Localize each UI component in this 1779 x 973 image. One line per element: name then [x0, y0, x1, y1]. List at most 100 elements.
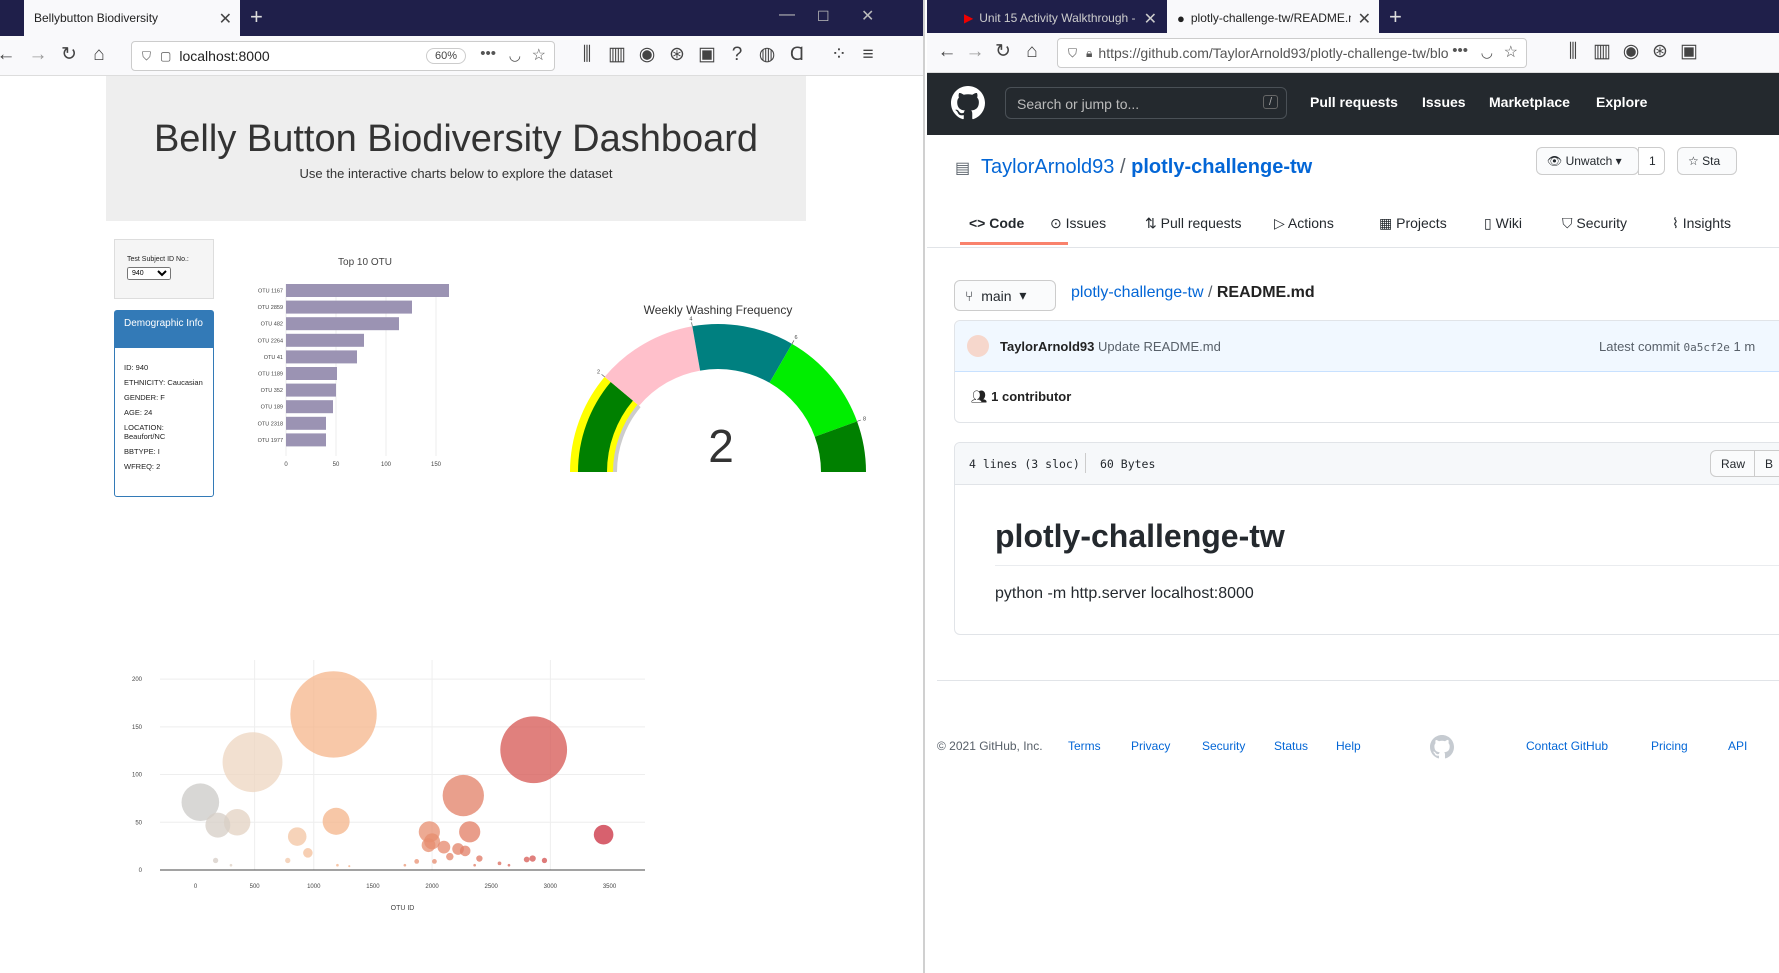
- branch-icon: ⑂: [965, 287, 974, 304]
- footer-terms-link[interactable]: Terms: [1068, 739, 1101, 753]
- tab-issues[interactable]: ⊙ Issues: [1050, 215, 1106, 232]
- bar-otu-2318: [286, 416, 326, 430]
- gh-nav-explore[interactable]: Explore: [1596, 94, 1647, 110]
- star-button[interactable]: ☆ Sta: [1677, 147, 1737, 175]
- bubble-point: [442, 774, 484, 817]
- bubble-point: [476, 855, 483, 862]
- path-repo-link[interactable]: plotly-challenge-tw: [1071, 284, 1204, 301]
- new-tab-icon[interactable]: +: [1389, 4, 1402, 30]
- account-icon[interactable]: ◉: [1619, 41, 1643, 63]
- commit-message[interactable]: Update README.md: [1098, 339, 1221, 354]
- tab-code[interactable]: <> Code: [969, 215, 1024, 231]
- address-bar[interactable]: ⛉ ▢ localhost:8000 60% ••• ◡ ☆: [131, 41, 555, 71]
- gh-nav-marketplace[interactable]: Marketplace: [1489, 94, 1570, 110]
- sidebar-icon[interactable]: ▥: [605, 44, 629, 66]
- footer-github-logo-icon[interactable]: [1430, 735, 1454, 759]
- forward-icon[interactable]: →: [26, 44, 50, 66]
- otu-bubble-chart[interactable]: 0 500 1000 1500 2000 2500 3000 3500 0 50 100 150 200…: [130, 655, 680, 955]
- library-icon[interactable]: ⫼: [1561, 41, 1585, 63]
- gh-nav-issues[interactable]: Issues: [1422, 94, 1466, 110]
- bar-category-label: OTU 2859: [258, 305, 283, 311]
- tab-insights[interactable]: ⌇ Insights: [1672, 215, 1731, 232]
- screenshot-extension-icon[interactable]: ▣: [695, 44, 719, 66]
- footer-status-link[interactable]: Status: [1274, 739, 1308, 753]
- home-icon[interactable]: ⌂: [87, 44, 111, 66]
- footer-contact-link[interactable]: Contact GitHub: [1526, 739, 1608, 753]
- tab-security[interactable]: ⛉ Security: [1562, 215, 1627, 232]
- tab-wiki[interactable]: ▯ Wiki: [1484, 215, 1522, 232]
- github-logo-icon[interactable]: [951, 86, 985, 120]
- bookmark-star-icon[interactable]: ☆: [1504, 42, 1518, 62]
- menu-icon[interactable]: ≡: [856, 44, 880, 66]
- tab-readme[interactable]: ● plotly-challenge-tw/README.m ✕: [1167, 0, 1379, 36]
- watch-count[interactable]: 1: [1638, 147, 1665, 175]
- address-bar[interactable]: ⛉ 🔒︎ https://github.com/TaylorArnold93/p…: [1057, 38, 1527, 68]
- tab-actions[interactable]: ▷ Actions: [1274, 215, 1334, 232]
- close-tab-icon[interactable]: ✕: [219, 9, 232, 29]
- author-avatar[interactable]: [967, 335, 989, 357]
- bubble-point: [212, 857, 219, 864]
- new-tab-icon[interactable]: +: [250, 4, 263, 30]
- contributors-line[interactable]: 👥︎ 1 contributor: [971, 389, 1071, 405]
- repo-name-link[interactable]: plotly-challenge-tw: [1131, 156, 1312, 178]
- footer-pricing-link[interactable]: Pricing: [1651, 739, 1688, 753]
- close-tab-icon[interactable]: ✕: [1358, 9, 1371, 29]
- zoom-indicator[interactable]: 60%: [425, 48, 466, 64]
- unwatch-button[interactable]: 👁︎ Unwatch ▾: [1536, 147, 1639, 175]
- reload-icon[interactable]: ↻: [57, 44, 81, 66]
- tab-wiki-label: Wiki: [1495, 215, 1523, 231]
- back-icon[interactable]: ←: [935, 41, 959, 63]
- maximize-icon[interactable]: ☐: [817, 8, 830, 25]
- bar-otu-1977: [286, 433, 326, 447]
- bar-otu-482: [286, 317, 399, 331]
- pocket-icon[interactable]: ◡: [1481, 44, 1493, 61]
- repo-owner-link[interactable]: TaylorArnold93: [981, 156, 1114, 178]
- github-search-input[interactable]: Search or jump to... /: [1005, 87, 1287, 119]
- gauge-tick: [856, 419, 861, 422]
- library-icon[interactable]: ⫼: [575, 44, 599, 66]
- home-icon[interactable]: ⌂: [1020, 41, 1044, 63]
- raw-button[interactable]: Raw: [1710, 450, 1757, 477]
- lens-extension-icon[interactable]: ⊛: [665, 44, 689, 66]
- help-extension-icon[interactable]: ?: [725, 44, 749, 66]
- tab-bellybutton[interactable]: Bellybutton Biodiversity ✕: [24, 0, 240, 36]
- footer-api-link[interactable]: API: [1728, 739, 1747, 753]
- bubble-point: [222, 732, 283, 793]
- bubble-x-tick-label: 3000: [544, 884, 558, 890]
- tab-unit15[interactable]: ▶ Unit 15 Activity Walkthrough - ✕: [954, 0, 1165, 36]
- blame-button[interactable]: B: [1754, 450, 1779, 477]
- addons-icon[interactable]: ⁘: [827, 44, 851, 66]
- back-icon[interactable]: ←: [0, 44, 18, 66]
- page-actions-icon[interactable]: •••: [480, 45, 496, 62]
- bookmark-star-icon[interactable]: ☆: [532, 45, 546, 65]
- close-window-icon[interactable]: ✕: [861, 6, 874, 26]
- account-icon[interactable]: ◉: [635, 44, 659, 66]
- washing-frequency-gauge[interactable]: Weekly Washing Frequency024682: [570, 300, 900, 500]
- tab-pull-requests[interactable]: ⇅ Pull requests: [1145, 215, 1242, 232]
- gh-nav-pull-requests[interactable]: Pull requests: [1310, 94, 1398, 110]
- footer-privacy-link[interactable]: Privacy: [1131, 739, 1170, 753]
- close-tab-icon[interactable]: ✕: [1144, 9, 1157, 29]
- commit-author[interactable]: TaylorArnold93: [1000, 339, 1094, 354]
- gauge-tick: [691, 322, 693, 327]
- branch-select-button[interactable]: ⑂ main ▾: [954, 280, 1056, 311]
- security-shield-icon: ⛉: [1562, 215, 1573, 231]
- bar-category-label: OTU 2318: [258, 421, 283, 427]
- pocket-icon[interactable]: ◡: [509, 47, 521, 64]
- sidebar-icon[interactable]: ▥: [1590, 41, 1614, 63]
- file-header-divider: [1085, 453, 1086, 473]
- top10-otu-bar-chart[interactable]: Top 10 OTU 0 50 100 150 OTU 1167 OTU 2859 OTU 4…: [240, 250, 470, 510]
- lens-extension-icon[interactable]: ⊛: [1648, 41, 1672, 63]
- reload-icon[interactable]: ↻: [991, 41, 1015, 63]
- footer-help-link[interactable]: Help: [1336, 739, 1361, 753]
- minimize-icon[interactable]: —: [779, 6, 795, 24]
- forward-icon[interactable]: →: [963, 41, 987, 63]
- code-extension-icon[interactable]: Ɑ: [785, 44, 809, 66]
- footer-security-link[interactable]: Security: [1202, 739, 1245, 753]
- page-actions-icon[interactable]: •••: [1452, 42, 1468, 59]
- tab-projects[interactable]: ▦ Projects: [1379, 215, 1447, 232]
- extension-icon[interactable]: ◍: [755, 44, 779, 66]
- commit-hash[interactable]: 0a5cf2e: [1684, 341, 1730, 354]
- screenshot-extension-icon[interactable]: ▣: [1677, 41, 1701, 63]
- subject-id-dropdown[interactable]: 940: [127, 267, 171, 280]
